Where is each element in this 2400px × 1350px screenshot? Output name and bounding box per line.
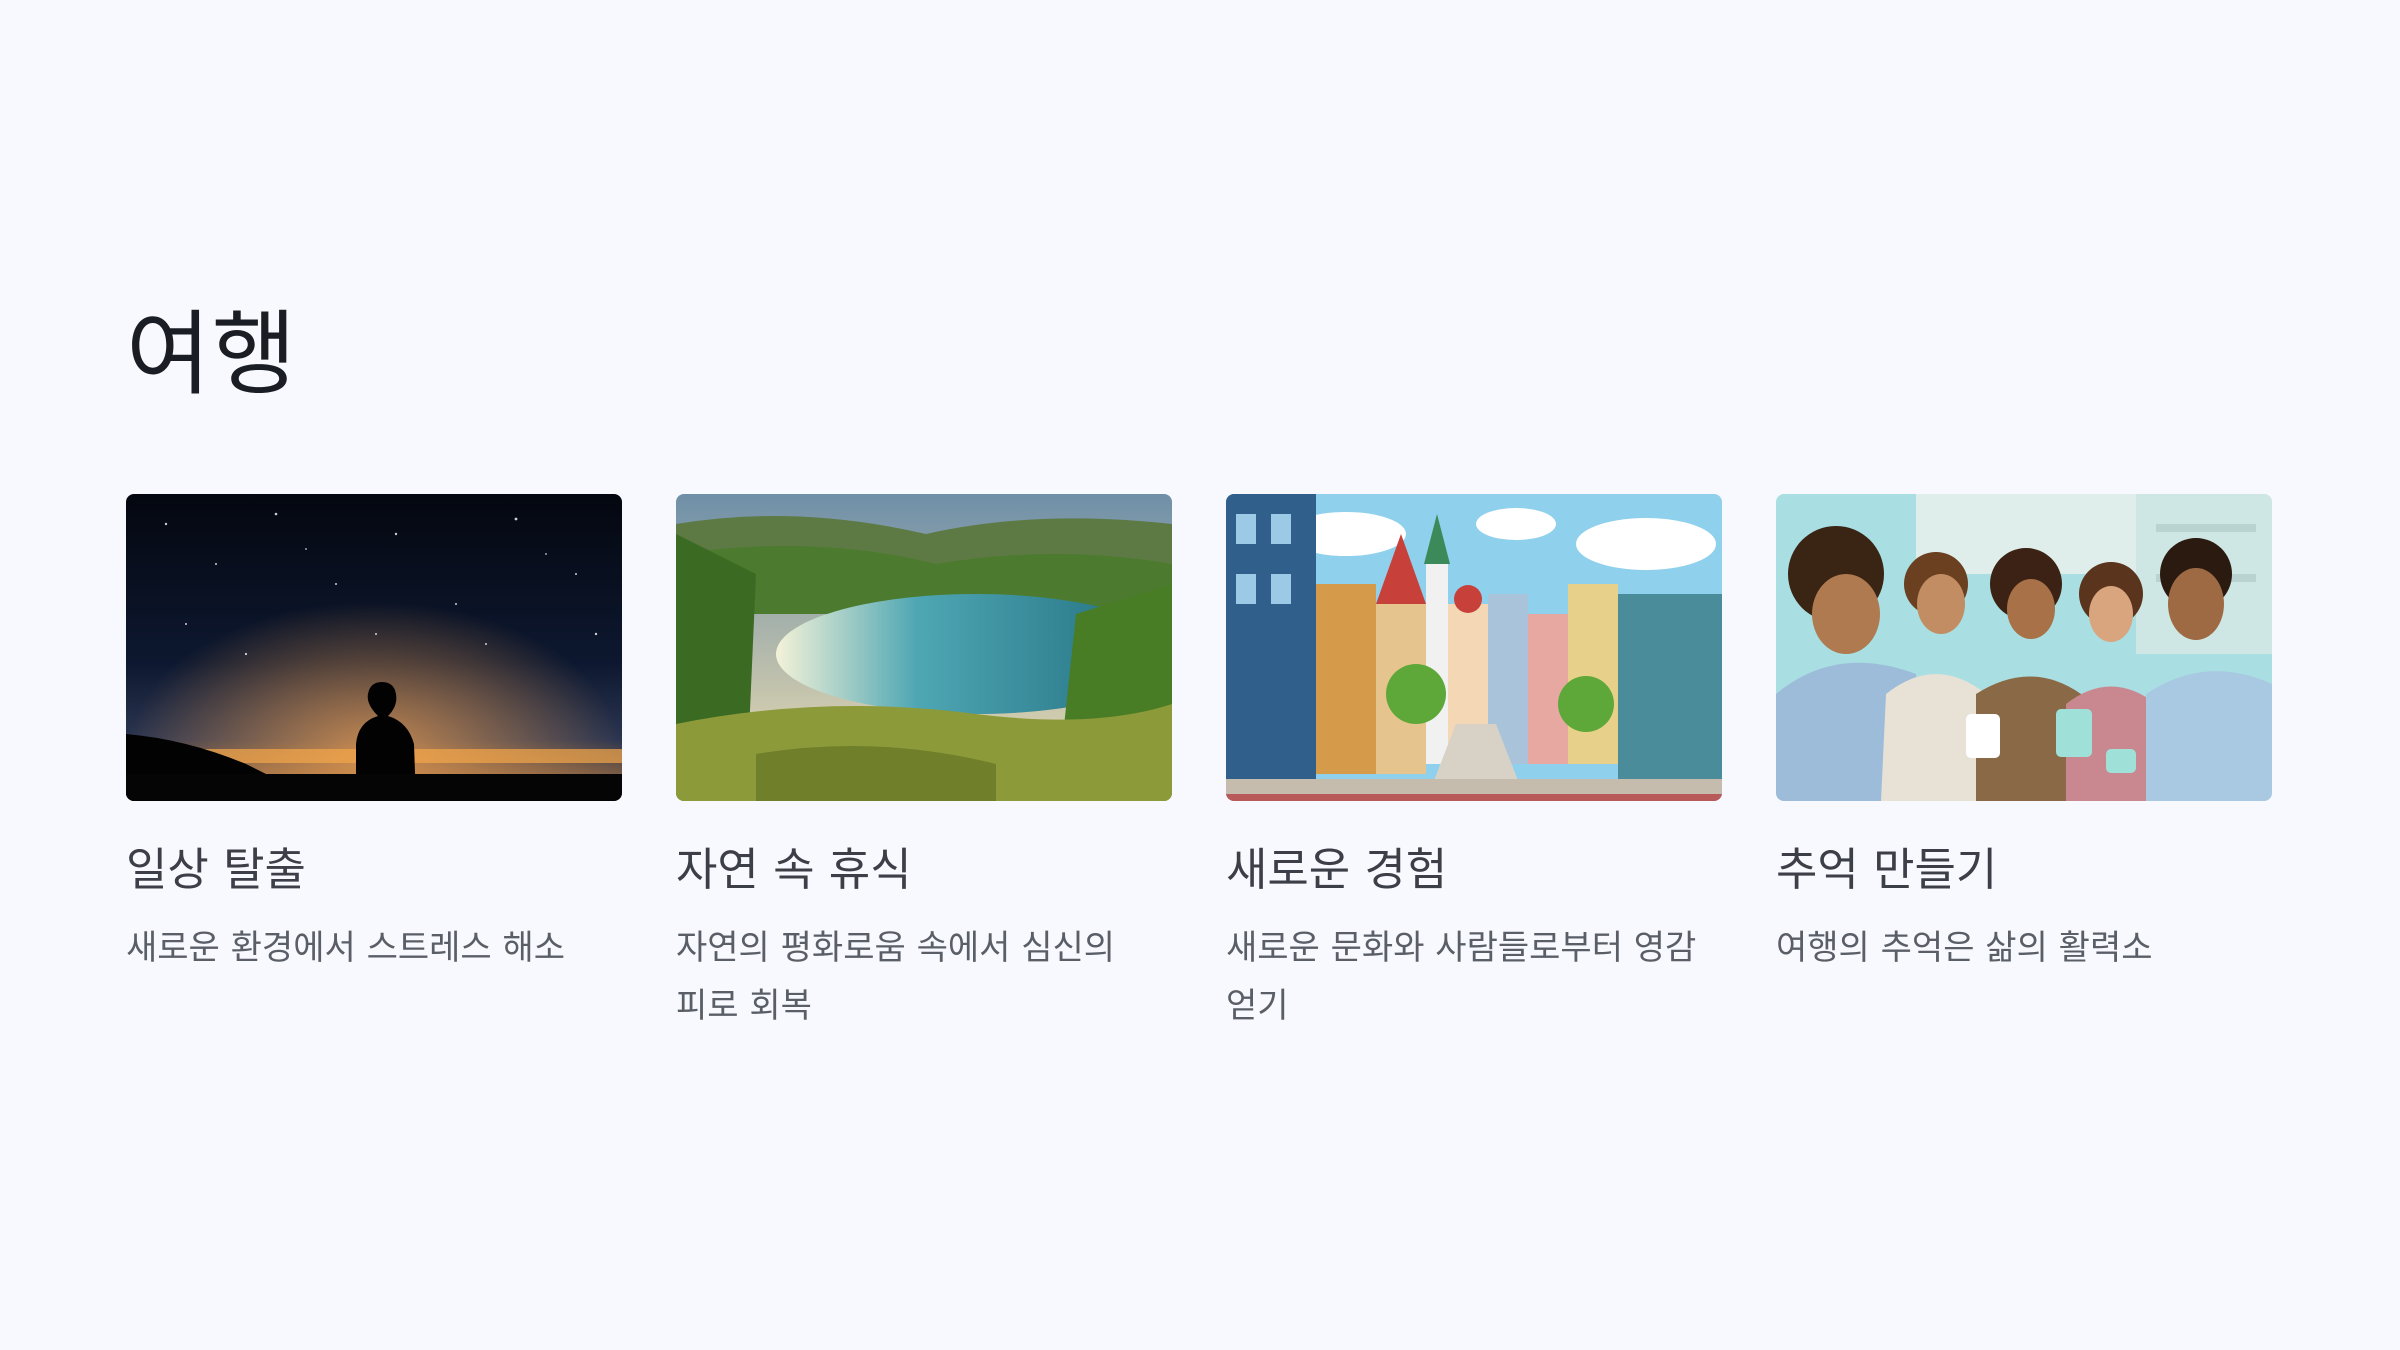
card-title: 추억 만들기 <box>1776 843 1998 896</box>
page-title: 여행 <box>126 301 298 408</box>
card-image-friends-cafe <box>1776 494 2272 801</box>
card-nature-rest[interactable]: 자연 속 휴식 자연의 평화로움 속에서 심신의 피로 회복 <box>676 494 1172 1035</box>
card-escape[interactable]: 일상 탈출 새로운 환경에서 스트레스 해소 <box>126 494 622 1035</box>
card-title: 새로운 경험 <box>1226 843 1448 896</box>
card-image-lake <box>676 494 1172 801</box>
card-description: 여행의 추억은 삶의 활력소 <box>1776 928 2153 968</box>
card-description: 새로운 환경에서 스트레스 해소 <box>126 928 566 968</box>
card-image-city-street <box>1226 494 1722 801</box>
card-image-night-sky <box>126 494 622 801</box>
card-make-memories[interactable]: 추억 만들기 여행의 추억은 삶의 활력소 <box>1776 494 2272 1035</box>
card-description: 자연의 평화로움 속에서 심신의 피로 회복 <box>676 928 1116 1026</box>
card-new-experience[interactable]: 새로운 경험 새로운 문화와 사람들로부터 영감 얻기 <box>1226 494 1722 1035</box>
card-title: 일상 탈출 <box>126 843 306 896</box>
card-list: 일상 탈출 새로운 환경에서 스트레스 해소 자연 속 휴식 자연의 평화로움 … <box>126 494 2272 1035</box>
card-description: 새로운 문화와 사람들로부터 영감 얻기 <box>1226 928 1697 1026</box>
card-title: 자연 속 휴식 <box>676 843 912 896</box>
